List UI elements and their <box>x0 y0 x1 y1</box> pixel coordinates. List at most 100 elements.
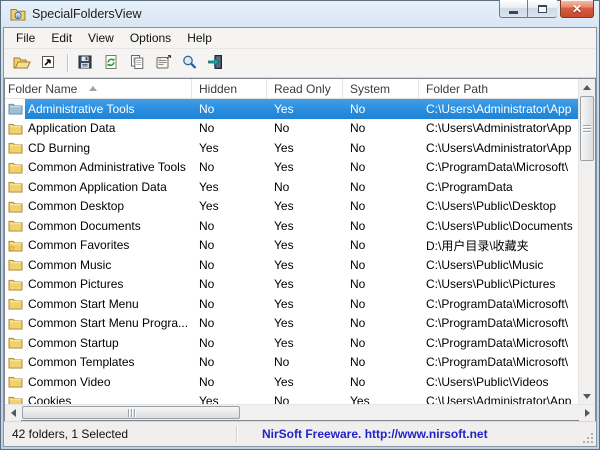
folder-icon <box>5 157 25 177</box>
save-icon <box>77 54 93 73</box>
menu-view[interactable]: View <box>80 28 122 48</box>
horizontal-scroll-track[interactable] <box>21 405 579 420</box>
open-folder-button[interactable] <box>10 51 34 75</box>
table-row[interactable]: Common Administrative Tools No Yes No C:\Pro… <box>5 157 578 177</box>
cell-folder-path: C:\Users\Administrator\App <box>426 394 572 404</box>
properties-button[interactable] <box>151 51 175 75</box>
thumb-grip <box>583 125 591 126</box>
cell-read-only: Yes <box>274 374 294 389</box>
table-row[interactable]: Common Desktop Yes Yes No C:\Users\Public\De… <box>5 196 578 216</box>
menu-help[interactable]: Help <box>179 28 220 48</box>
cell-folder-path: C:\ProgramData\Microsoft\ <box>426 316 569 331</box>
nirsoft-link[interactable]: NirSoft Freeware. http://www.nirsoft.net <box>262 422 488 446</box>
column-header-system[interactable]: System <box>343 79 419 98</box>
column-header-folder-path[interactable]: Folder Path <box>419 79 578 98</box>
cell-hidden: No <box>199 355 215 370</box>
cell-system: No <box>343 99 419 119</box>
table-row[interactable]: Application Data No No No C:\Users\Administr… <box>5 118 578 138</box>
cell-read-only: No <box>274 394 290 404</box>
cell-folder-path: D:\用户目录\收藏夹 <box>426 238 529 253</box>
column-header-folder-name[interactable]: Folder Name <box>5 79 192 98</box>
cell-system: No <box>350 374 366 389</box>
list-rows: Administrative Tools No Yes No C:\Users\Admi… <box>5 99 578 404</box>
cell-folder-name: Common Pictures <box>28 277 124 292</box>
table-row[interactable]: Common Favorites No Yes No D:\用户目录\收藏夹 <box>5 235 578 255</box>
copy-icon <box>129 54 145 73</box>
refresh-button[interactable] <box>99 51 123 75</box>
arrow-down-icon <box>583 393 591 399</box>
menu-options[interactable]: Options <box>122 28 179 48</box>
cell-hidden: No <box>199 316 215 331</box>
cell-folder-name: Common Documents <box>28 218 141 233</box>
cell-system: No <box>350 277 366 292</box>
vertical-scroll-track[interactable] <box>579 95 595 388</box>
scroll-right-button[interactable] <box>579 405 595 421</box>
column-header-read-only[interactable]: Read Only <box>267 79 343 98</box>
cell-read-only: No <box>274 355 290 370</box>
minimize-button[interactable] <box>499 0 528 18</box>
menu-edit[interactable]: Edit <box>43 28 80 48</box>
folder-icon <box>5 391 25 404</box>
cell-read-only: No <box>274 179 290 194</box>
close-button[interactable]: ✕ <box>560 0 594 18</box>
table-row[interactable]: Common Start Menu Progra... No Yes No C:\Pro… <box>5 313 578 333</box>
cell-system: No <box>350 257 366 272</box>
column-header-hidden[interactable]: Hidden <box>192 79 267 98</box>
table-row[interactable]: Common Startup No Yes No C:\ProgramData\Micr… <box>5 333 578 353</box>
table-row[interactable]: Common Templates No No No C:\ProgramData\Mic… <box>5 352 578 372</box>
folder-icon <box>5 313 25 333</box>
cell-read-only: Yes <box>274 316 294 331</box>
cell-read-only: Yes <box>274 140 294 155</box>
table-row[interactable]: Common Music No Yes No C:\Users\Public\Music <box>5 255 578 275</box>
menu-file[interactable]: File <box>8 28 43 48</box>
vertical-scrollbar[interactable] <box>578 79 595 404</box>
copy-button[interactable] <box>125 51 149 75</box>
vertical-scroll-thumb[interactable] <box>580 96 594 161</box>
folder-blue-icon <box>5 99 25 119</box>
cell-system: No <box>350 316 366 331</box>
column-label: Read Only <box>274 81 331 96</box>
exit-button[interactable] <box>203 51 227 75</box>
thumb-grip <box>583 131 591 132</box>
cell-folder-name: Common Administrative Tools <box>28 160 186 175</box>
table-row[interactable]: Common Documents No Yes No C:\Users\Public\D… <box>5 216 578 236</box>
column-label: Folder Name <box>8 81 78 96</box>
table-row[interactable]: Common Application Data Yes No No C:\Program… <box>5 177 578 197</box>
window-title: SpecialFoldersView <box>32 6 142 21</box>
find-button[interactable] <box>177 51 201 75</box>
cell-hidden: Yes <box>199 179 219 194</box>
table-row[interactable]: Cookies Yes No Yes C:\Users\Administrator\Ap… <box>5 391 578 404</box>
toolbar <box>4 49 596 78</box>
cell-read-only: Yes <box>274 218 294 233</box>
scroll-down-button[interactable] <box>579 388 595 404</box>
table-row[interactable]: CD Burning Yes Yes No C:\Users\Administrator… <box>5 138 578 158</box>
toolbar-separator <box>67 54 68 72</box>
cell-system: No <box>350 218 366 233</box>
cell-folder-name: Common Music <box>28 257 112 272</box>
horizontal-scroll-thumb[interactable] <box>22 406 240 419</box>
thumb-grip <box>130 408 132 417</box>
table-row[interactable]: Administrative Tools No Yes No C:\Users\Admi… <box>5 99 578 119</box>
goto-folder-button[interactable] <box>36 51 60 75</box>
arrow-right-icon <box>584 409 590 417</box>
sort-ascending-icon <box>89 86 98 91</box>
save-button[interactable] <box>73 51 97 75</box>
cell-hidden: No <box>199 277 215 292</box>
cell-folder-name: Common Startup <box>28 335 119 350</box>
thumb-grip <box>127 408 129 417</box>
cell-system: No <box>350 179 366 194</box>
cell-folder-path: C:\Users\Administrator\App <box>426 121 572 136</box>
folder-icon <box>5 294 25 314</box>
resize-grip[interactable] <box>582 432 594 444</box>
table-row[interactable]: Common Video No Yes No C:\Users\Public\Video… <box>5 372 578 392</box>
folder-icon <box>5 255 25 275</box>
table-row[interactable]: Common Pictures No Yes No C:\Users\Public\Pi… <box>5 274 578 294</box>
table-row[interactable]: Common Start Menu No Yes No C:\ProgramData\M… <box>5 294 578 314</box>
maximize-button[interactable] <box>528 0 557 18</box>
menu-bar: File Edit View Options Help <box>4 28 596 49</box>
cell-folder-path: C:\Users\Public\Pictures <box>426 277 556 292</box>
scroll-left-button[interactable] <box>5 405 21 421</box>
scroll-up-button[interactable] <box>579 79 595 95</box>
open-folder-icon <box>13 54 31 73</box>
horizontal-scrollbar[interactable] <box>5 404 595 421</box>
